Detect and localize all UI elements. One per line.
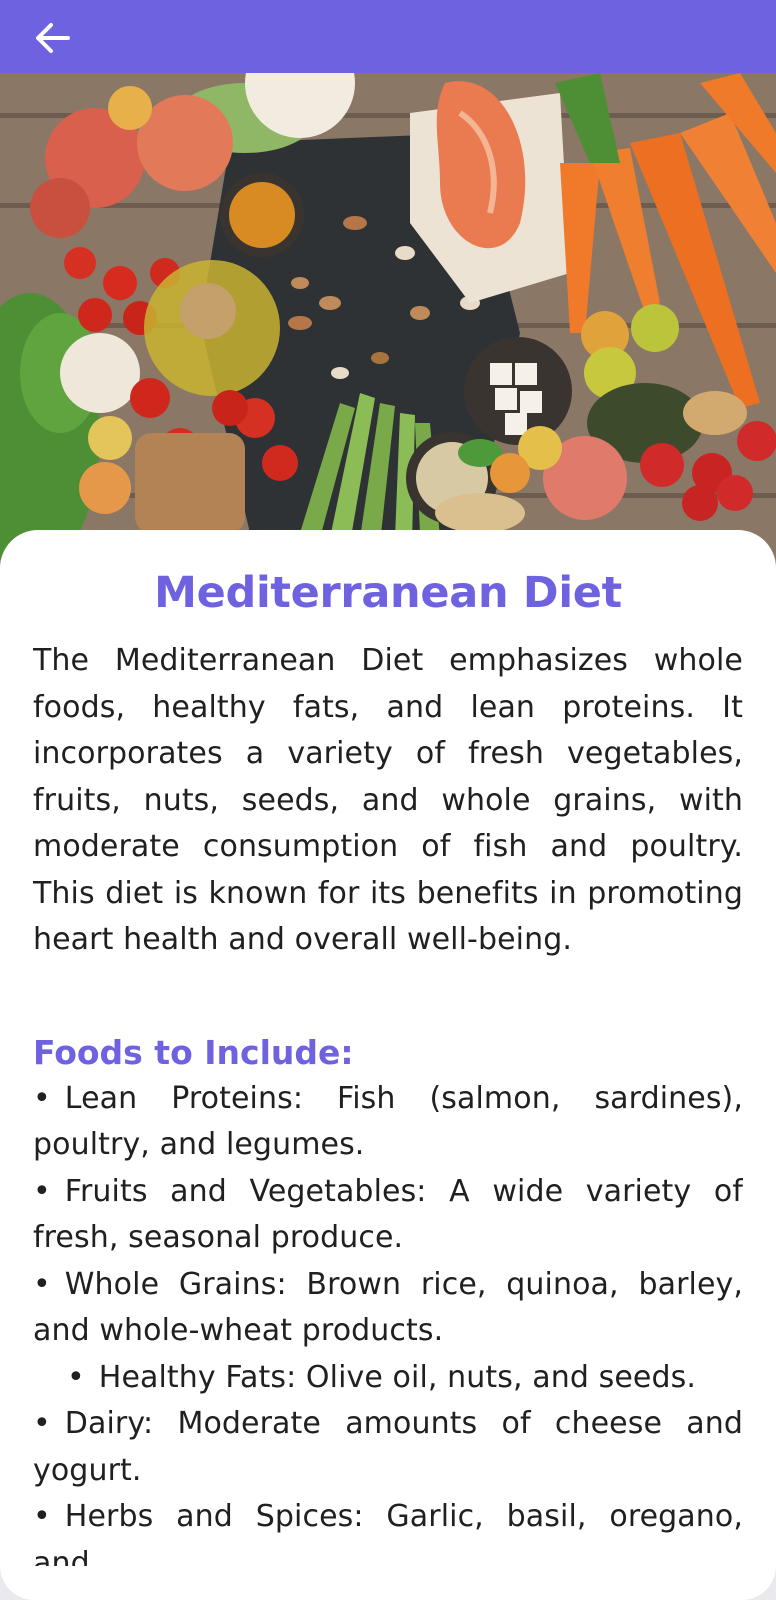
list-item: • Whole Grains: Brown rice, quinoa, barle… — [33, 1262, 743, 1355]
list-item: • Dairy: Moderate amounts of cheese and y… — [33, 1401, 743, 1494]
article-body: Mediterranean Diet The Mediterranean Die… — [33, 530, 743, 1566]
bullet: • — [33, 1406, 51, 1441]
foods-list: • Lean Proteins: Fish (salmon, sardines),… — [33, 1076, 743, 1567]
food-item-text: Dairy: Moderate amounts of cheese and yo… — [33, 1406, 743, 1488]
list-item: • Herbs and Spices: Garlic, basil, oregan… — [33, 1494, 743, 1566]
food-item-text: Whole Grains: Brown rice, quinoa, barley… — [33, 1266, 743, 1349]
list-item: • Fruits and Vegetables: A wide variety o… — [33, 1169, 743, 1262]
food-item-text: Healthy Fats: Olive oil, nuts, and seeds… — [98, 1359, 696, 1395]
content-card: Mediterranean Diet The Mediterranean Die… — [0, 530, 776, 1600]
diet-description: The Mediterranean Diet emphasizes whole … — [33, 643, 743, 957]
bullet: • — [33, 1080, 51, 1116]
bullet: • — [33, 1499, 51, 1534]
list-item: • Lean Proteins: Fish (salmon, sardines),… — [33, 1076, 743, 1169]
bullet: • — [33, 1173, 51, 1209]
hero-image — [0, 73, 776, 593]
bullet: • — [67, 1359, 85, 1395]
bullet: • — [33, 1266, 51, 1302]
arrow-left-icon — [36, 23, 70, 53]
food-item-text: Herbs and Spices: Garlic, basil, oregano… — [33, 1499, 743, 1566]
food-item-text: Lean Proteins: Fish (salmon, sardines), … — [33, 1080, 743, 1163]
foods-heading: Foods to Include: — [33, 1032, 354, 1072]
back-button[interactable] — [30, 18, 74, 58]
app-bar — [0, 0, 776, 73]
page-title: Mediterranean Diet — [154, 568, 622, 618]
food-item-text: Fruits and Vegetables: A wide variety of… — [33, 1173, 743, 1256]
list-item: • Healthy Fats: Olive oil, nuts, and seed… — [33, 1355, 743, 1402]
